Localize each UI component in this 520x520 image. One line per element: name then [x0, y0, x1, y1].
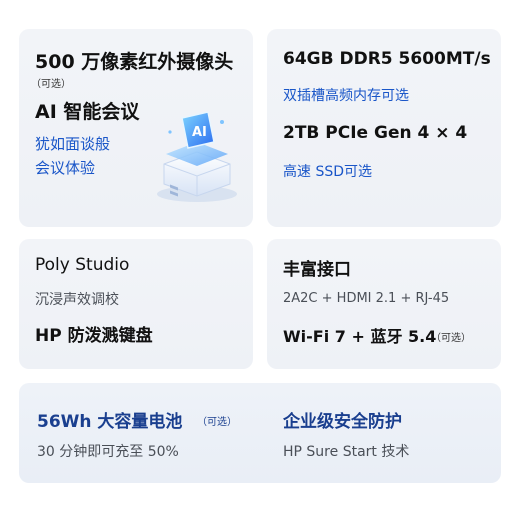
wifi-title: Wi-Fi 7 + 蓝牙 5.4	[283, 327, 437, 346]
feature-card-ports: 丰富接口 2A2C + HDMI 2.1 + RJ-45 Wi-Fi 7 + 蓝…	[267, 239, 501, 369]
feature-card-battery-security: 56Wh 大容量电池 （可选） 30 分钟即可充至 50% 企业级安全防护 HP…	[19, 383, 501, 483]
audio-title: Poly Studio	[35, 255, 130, 275]
ai-meeting-device-icon: AI	[157, 111, 237, 202]
camera-title: 500 万像素红外摄像头	[35, 51, 234, 73]
feature-card-memory: 64GB DDR5 5600MT/s 双插槽高频内存可选 2TB PCIe Ge…	[267, 29, 501, 227]
ssd-title: 2TB PCIe Gen 4 × 4	[283, 123, 468, 143]
battery-title: 56Wh 大容量电池	[37, 412, 183, 432]
security-desc: HP Sure Start 技术	[283, 444, 410, 460]
audio-desc: 沉浸声效调校	[35, 292, 119, 308]
ai-meeting-title: AI 智能会议	[35, 101, 140, 123]
feature-card-audio: Poly Studio 沉浸声效调校 HP 防泼溅键盘	[19, 239, 253, 369]
camera-optional-note: （可选）	[31, 79, 71, 90]
ports-title: 丰富接口	[283, 260, 351, 280]
memory-desc: 双插槽高频内存可选	[283, 88, 409, 104]
ssd-desc: 高速 SSD可选	[283, 164, 373, 180]
battery-desc: 30 分钟即可充至 50%	[37, 444, 179, 460]
ports-desc: 2A2C + HDMI 2.1 + RJ-45	[283, 291, 450, 306]
memory-title: 64GB DDR5 5600MT/s	[283, 49, 491, 69]
wifi-optional-note: （可选）	[431, 333, 471, 344]
security-title: 企业级安全防护	[283, 412, 402, 432]
ai-meeting-desc-line2: 会议体验	[35, 159, 96, 177]
keyboard-title: HP 防泼溅键盘	[35, 326, 153, 346]
ai-meeting-desc-line1: 犹如面谈般	[35, 135, 111, 153]
battery-optional-note: （可选）	[197, 417, 237, 428]
ai-chip-label: AI	[192, 125, 207, 140]
